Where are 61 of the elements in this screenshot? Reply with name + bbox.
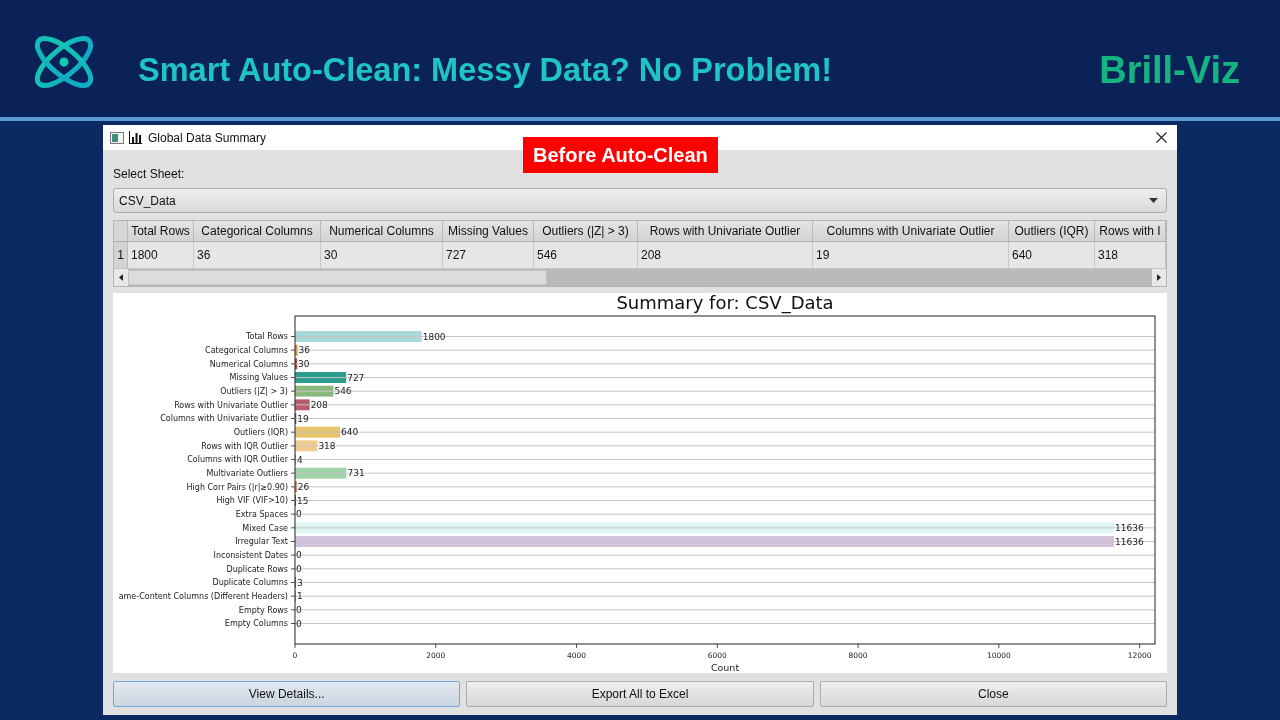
value-label: 0: [296, 550, 302, 561]
category-label: Inconsistent Dates: [213, 550, 288, 560]
value-label: 727: [347, 372, 365, 383]
category-label: Duplicate Rows: [226, 564, 288, 574]
value-label: 19: [297, 413, 309, 424]
category-label: Mixed Case: [242, 523, 288, 533]
category-label: Columns with IQR Outlier: [187, 455, 288, 465]
value-label: 11636: [1115, 523, 1144, 534]
table-cell: 546: [534, 242, 638, 268]
value-label: 11636: [1115, 536, 1144, 547]
value-label: 1: [297, 591, 303, 602]
category-label: Total Rows: [245, 332, 288, 342]
value-label: 15: [297, 495, 309, 506]
value-label: 640: [341, 427, 359, 438]
table-cell: 1800: [128, 242, 194, 268]
category-label: Columns with Univariate Outlier: [160, 414, 288, 424]
chart-title: Summary for: CSV_Data: [616, 293, 834, 313]
value-label: 731: [347, 468, 365, 479]
table-cell: 36: [194, 242, 321, 268]
select-sheet-label: Select Sheet:: [113, 166, 185, 182]
slide-title: Smart Auto-Clean: Messy Data? No Problem!: [138, 52, 833, 89]
category-label: Irregular Text: [235, 537, 288, 547]
category-label: Outliers (IQR): [233, 427, 288, 437]
window-title: Global Data Summary: [148, 130, 267, 145]
value-label: 36: [298, 345, 310, 356]
category-label: Categorical Columns: [205, 345, 288, 355]
table-cell: 640: [1009, 242, 1095, 268]
category-label: Multivariate Outliers: [206, 468, 288, 478]
value-label: 318: [318, 441, 336, 452]
table-cell: 318: [1095, 242, 1166, 268]
value-label: 1800: [422, 331, 446, 342]
category-label: Rows with Univariate Outlier: [174, 400, 288, 410]
table-cell: 727: [443, 242, 534, 268]
value-label: 30: [298, 359, 310, 370]
category-label: Duplicate Columns: [212, 578, 288, 588]
value-label: 26: [297, 482, 310, 493]
category-label: Missing Values: [229, 373, 288, 383]
axis-title: Count: [710, 662, 740, 673]
category-label: Numerical Columns: [209, 359, 288, 369]
value-label: 0: [296, 564, 302, 575]
value-label: 0: [296, 605, 302, 616]
brand-name: Brill-Viz: [1099, 49, 1240, 92]
category-label: High VIF (VIF>10): [216, 496, 288, 506]
category-label: ame-Content Columns (Different Headers): [118, 591, 288, 601]
status-banner: Before Auto-Clean: [523, 137, 718, 173]
value-label: 4: [297, 454, 303, 465]
category-label: High Corr Pairs (|r|≥0.90): [186, 482, 288, 492]
category-label: Rows with IQR Outlier: [201, 441, 288, 451]
value-label: 3: [297, 577, 303, 588]
value-label: 0: [296, 509, 302, 520]
table-cell: 19: [813, 242, 1009, 268]
row-number: 1: [114, 242, 128, 268]
category-label: Extra Spaces: [235, 509, 288, 519]
table-cell: 208: [638, 242, 813, 268]
value-label: 208: [310, 400, 328, 411]
category-label: Outliers (|Z| > 3): [220, 386, 288, 396]
category-label: Empty Rows: [238, 605, 288, 615]
table-cell: 30: [321, 242, 443, 268]
value-label: 0: [296, 618, 302, 629]
category-label: Empty Columns: [224, 619, 288, 629]
value-label: 546: [334, 386, 352, 397]
